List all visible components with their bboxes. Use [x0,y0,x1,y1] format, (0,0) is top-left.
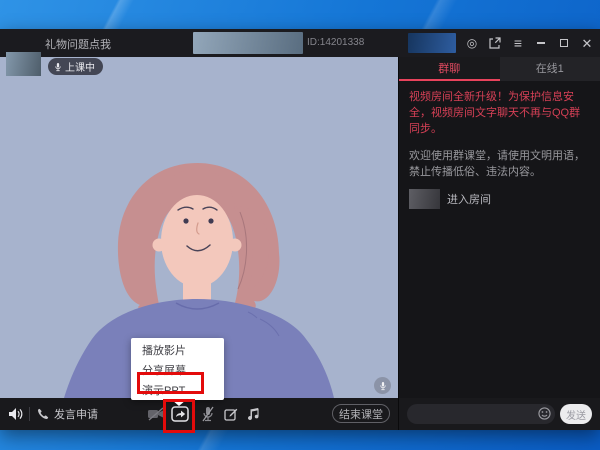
minimize-button[interactable] [534,35,548,51]
redacted-room-name [193,32,303,54]
chat-input-area: 发送 [398,398,600,430]
toolbar-divider [29,407,30,421]
menu-pointer-arrow [172,400,186,406]
end-class-button[interactable]: 结束课堂 [332,404,390,423]
chat-message-list: 视频房间全新升级！为保护信息安全，视频房间文字聊天不再与QQ群同步。 欢迎使用群… [399,81,600,398]
toolbar: 发言申请 结束课堂 [0,398,398,430]
music-icon[interactable] [246,407,259,421]
status-badge: 上课中 [48,58,103,75]
redacted-user-badge [408,33,456,53]
system-notice-text: 视频房间全新升级！为保护信息安全，视频房间文字聊天不再与QQ群同步。 [409,89,590,137]
menu-item-share-screen[interactable]: 分享屏幕 [131,360,224,380]
tab-group-chat[interactable]: 群聊 [399,57,500,81]
send-button[interactable]: 发送 [560,404,592,424]
maximize-button[interactable] [557,35,571,51]
close-button[interactable]: ✕ [580,35,594,51]
popout-icon[interactable] [488,35,502,51]
speak-request-button[interactable]: 发言申请 [37,398,98,430]
microphone-icon [379,381,387,391]
chat-message-text: 进入房间 [447,191,491,207]
microphone-icon [54,62,62,72]
welcome-text: 欢迎使用群课堂，请使用文明用语，禁止传播低俗、违法内容。 [409,148,590,180]
status-badge-label: 上课中 [65,59,95,74]
chat-message-row: 进入房间 [409,189,590,209]
chat-tabs: 群聊 在线1 [399,57,600,81]
menu-item-play-video[interactable]: 播放影片 [131,340,224,360]
present-share-icon [171,406,189,422]
speaker-icon[interactable] [8,407,23,421]
present-share-button[interactable] [171,406,189,422]
gift-promo-link[interactable]: 礼物问题点我 [45,36,111,52]
app-window: 礼物问题点我 ID:14201338 ◎ ≡ ✕ [0,29,600,430]
bottom-bar: 发言申请 结束课堂 发送 [0,398,600,430]
edit-icon[interactable] [224,407,238,421]
camera-off-icon[interactable] [147,407,165,421]
titlebar-controls: ◎ ≡ ✕ [408,29,594,57]
redacted-member-name [409,189,440,209]
menu-icon[interactable]: ≡ [511,35,525,51]
tab-online-list[interactable]: 在线1 [500,57,600,81]
chat-input[interactable] [407,404,555,424]
room-id-label: ID:14201338 [307,37,364,48]
menu-item-present-ppt[interactable]: 演示PPT [131,380,224,400]
mic-off-icon[interactable] [201,406,215,422]
mic-overlay-button[interactable] [374,377,391,394]
share-context-menu: 播放影片 分享屏幕 演示PPT [131,338,224,400]
title-bar: 礼物问题点我 ID:14201338 ◎ ≡ ✕ [0,29,600,57]
emoji-icon[interactable] [538,407,551,420]
phone-icon [37,408,49,420]
main-area: 上课中 群聊 在线1 视频房间全新升级！为保护信息安全，视频房间文字聊天不再与Q… [0,57,600,398]
speak-request-label: 发言申请 [54,406,98,422]
chat-panel: 群聊 在线1 视频房间全新升级！为保护信息安全，视频房间文字聊天不再与QQ群同步… [398,57,600,398]
redacted-presenter-name [6,52,41,76]
record-icon[interactable]: ◎ [465,35,479,51]
